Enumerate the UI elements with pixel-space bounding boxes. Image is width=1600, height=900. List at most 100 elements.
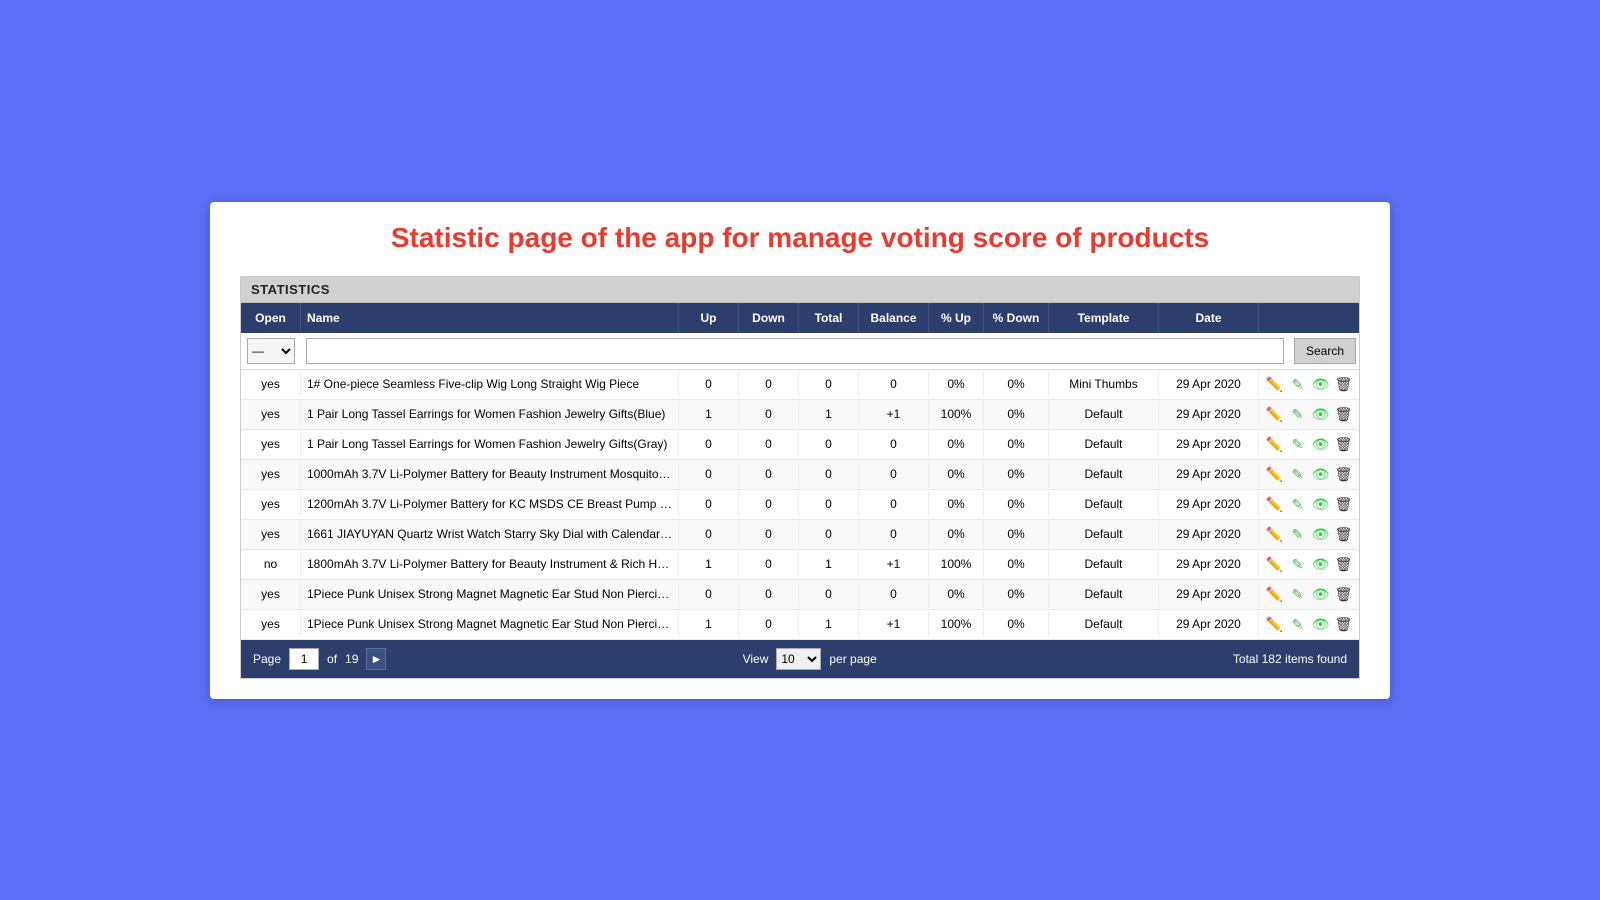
view-icon[interactable]: 👁: [1311, 376, 1330, 393]
data-rows-container: yes 1# One-piece Seamless Five-clip Wig …: [241, 370, 1359, 640]
view-icon[interactable]: 👁: [1311, 406, 1330, 423]
cell-template: Default: [1049, 611, 1159, 637]
edit-icon[interactable]: ✏️: [1265, 556, 1284, 573]
cell-pdown: 0%: [984, 401, 1049, 427]
th-template: Template: [1049, 303, 1159, 333]
cell-down: 0: [739, 371, 799, 397]
edit-icon[interactable]: ✏️: [1265, 376, 1284, 393]
delete-icon[interactable]: 🗑: [1334, 436, 1353, 453]
edit-icon[interactable]: ✏️: [1265, 466, 1284, 483]
quick-edit-icon[interactable]: ✎: [1288, 436, 1307, 453]
cell-template: Default: [1049, 491, 1159, 517]
edit-icon[interactable]: ✏️: [1265, 586, 1284, 603]
cell-total: 1: [799, 551, 859, 577]
page-title: Statistic page of the app for manage vot…: [240, 222, 1360, 254]
cell-balance: +1: [859, 401, 929, 427]
delete-icon[interactable]: 🗑: [1334, 496, 1353, 513]
next-page-button[interactable]: ►: [366, 648, 386, 670]
quick-edit-icon[interactable]: ✎: [1288, 556, 1307, 573]
cell-actions: ✏️ ✎ 👁 🗑: [1259, 460, 1359, 489]
cell-name: 1000mAh 3.7V Li-Polymer Battery for Beau…: [301, 461, 679, 487]
view-icon[interactable]: 👁: [1311, 556, 1330, 573]
cell-date: 29 Apr 2020: [1159, 611, 1259, 637]
quick-edit-icon[interactable]: ✎: [1288, 616, 1307, 633]
th-up: Up: [679, 303, 739, 333]
cell-date: 29 Apr 2020: [1159, 581, 1259, 607]
cell-pup: 0%: [929, 491, 984, 517]
cell-total: 0: [799, 431, 859, 457]
table-row: no 1800mAh 3.7V Li-Polymer Battery for B…: [241, 550, 1359, 580]
cell-name: 1Piece Punk Unisex Strong Magnet Magneti…: [301, 611, 679, 637]
table-row: yes 1200mAh 3.7V Li-Polymer Battery for …: [241, 490, 1359, 520]
filter-row: — yes no Search: [241, 333, 1359, 370]
cell-down: 0: [739, 611, 799, 637]
cell-date: 29 Apr 2020: [1159, 431, 1259, 457]
cell-down: 0: [739, 521, 799, 547]
cell-pup: 0%: [929, 431, 984, 457]
cell-pup: 100%: [929, 611, 984, 637]
delete-icon[interactable]: 🗑: [1334, 556, 1353, 573]
delete-icon[interactable]: 🗑: [1334, 616, 1353, 633]
cell-date: 29 Apr 2020: [1159, 371, 1259, 397]
view-icon[interactable]: 👁: [1311, 526, 1330, 543]
view-icon[interactable]: 👁: [1311, 616, 1330, 633]
current-page-input[interactable]: [289, 648, 319, 670]
quick-edit-icon[interactable]: ✎: [1288, 586, 1307, 603]
cell-open: yes: [241, 491, 301, 517]
edit-icon[interactable]: ✏️: [1265, 616, 1284, 633]
total-pages: 19: [345, 652, 358, 666]
edit-icon[interactable]: ✏️: [1265, 406, 1284, 423]
cell-date: 29 Apr 2020: [1159, 401, 1259, 427]
cell-actions: ✏️ ✎ 👁 🗑: [1259, 430, 1359, 459]
cell-name: 1661 JIAYUYAN Quartz Wrist Watch Starry …: [301, 521, 679, 547]
cell-name: 1# One-piece Seamless Five-clip Wig Long…: [301, 371, 679, 397]
cell-pdown: 0%: [984, 581, 1049, 607]
search-button[interactable]: Search: [1294, 338, 1356, 364]
stats-header: STATISTICS: [241, 277, 1359, 303]
cell-template: Default: [1049, 581, 1159, 607]
stats-panel: STATISTICS Open Name Up Down Total Balan…: [240, 276, 1360, 679]
cell-open: yes: [241, 581, 301, 607]
quick-edit-icon[interactable]: ✎: [1288, 406, 1307, 423]
cell-pup: 0%: [929, 581, 984, 607]
quick-edit-icon[interactable]: ✎: [1288, 526, 1307, 543]
quick-edit-icon[interactable]: ✎: [1288, 376, 1307, 393]
quick-edit-icon[interactable]: ✎: [1288, 496, 1307, 513]
per-page-select[interactable]: 10 25 50: [776, 648, 821, 670]
th-balance: Balance: [859, 303, 929, 333]
open-filter-select[interactable]: — yes no: [247, 338, 295, 364]
filter-select-wrap: — yes no: [241, 338, 301, 364]
cell-up: 0: [679, 431, 739, 457]
quick-edit-icon[interactable]: ✎: [1288, 466, 1307, 483]
delete-icon[interactable]: 🗑: [1334, 586, 1353, 603]
cell-template: Default: [1049, 401, 1159, 427]
th-name: Name: [301, 303, 679, 333]
cell-down: 0: [739, 581, 799, 607]
delete-icon[interactable]: 🗑: [1334, 406, 1353, 423]
cell-template: Default: [1049, 461, 1159, 487]
cell-name: 1Piece Punk Unisex Strong Magnet Magneti…: [301, 581, 679, 607]
cell-open: yes: [241, 611, 301, 637]
cell-actions: ✏️ ✎ 👁 🗑: [1259, 370, 1359, 399]
th-open: Open: [241, 303, 301, 333]
cell-balance: +1: [859, 551, 929, 577]
cell-pup: 100%: [929, 551, 984, 577]
delete-icon[interactable]: 🗑: [1334, 376, 1353, 393]
delete-icon[interactable]: 🗑: [1334, 526, 1353, 543]
delete-icon[interactable]: 🗑: [1334, 466, 1353, 483]
cell-date: 29 Apr 2020: [1159, 491, 1259, 517]
cell-up: 1: [679, 401, 739, 427]
edit-icon[interactable]: ✏️: [1265, 526, 1284, 543]
view-icon[interactable]: 👁: [1311, 586, 1330, 603]
cell-balance: 0: [859, 521, 929, 547]
view-icon[interactable]: 👁: [1311, 496, 1330, 513]
cell-actions: ✏️ ✎ 👁 🗑: [1259, 490, 1359, 519]
cell-template: Mini Thumbs: [1049, 371, 1159, 397]
cell-template: Default: [1049, 431, 1159, 457]
name-filter-input[interactable]: [306, 338, 1284, 364]
filter-input-wrap: [301, 338, 1289, 364]
view-icon[interactable]: 👁: [1311, 436, 1330, 453]
view-icon[interactable]: 👁: [1311, 466, 1330, 483]
edit-icon[interactable]: ✏️: [1265, 436, 1284, 453]
edit-icon[interactable]: ✏️: [1265, 496, 1284, 513]
